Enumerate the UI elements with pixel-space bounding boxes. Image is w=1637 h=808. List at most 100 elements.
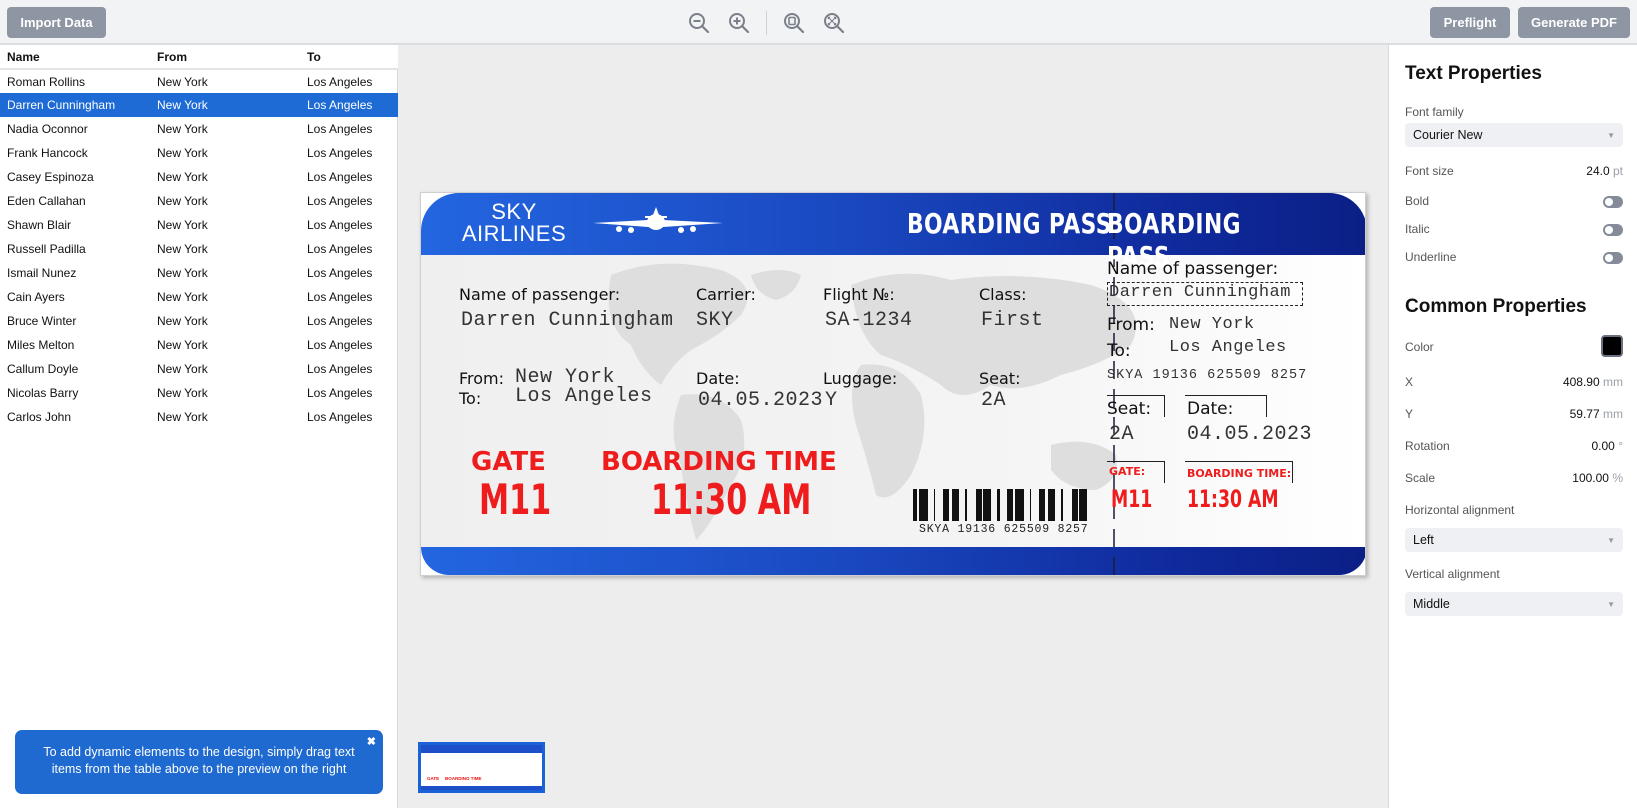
table-row[interactable]: Carlos John New York Los Angeles (0, 405, 398, 429)
cell-to[interactable]: Los Angeles (300, 309, 398, 333)
table-row[interactable]: Cain Ayers New York Los Angeles (0, 285, 398, 309)
zoom-in-icon[interactable] (724, 8, 754, 38)
cell-name[interactable]: Carlos John (0, 405, 150, 429)
stub-boarding-time-value[interactable]: 11:30 AM (1187, 485, 1279, 513)
cell-name[interactable]: Bruce Winter (0, 309, 150, 333)
zoom-out-icon[interactable] (684, 8, 714, 38)
table-row[interactable]: Frank Hancock New York Los Angeles (0, 141, 398, 165)
cell-from[interactable]: New York (150, 165, 300, 189)
scale-value[interactable]: 100.00 % (1572, 471, 1623, 485)
cell-from[interactable]: New York (150, 189, 300, 213)
page-thumbnail[interactable]: GATE BOARDING TIME (418, 742, 545, 793)
horizontal-alignment-select[interactable]: Left ▼ (1405, 528, 1623, 552)
stub-from-value[interactable]: New York (1169, 315, 1255, 334)
cell-to[interactable]: Los Angeles (300, 357, 398, 381)
passenger-value[interactable]: Darren Cunningham (461, 309, 674, 332)
cell-to[interactable]: Los Angeles (300, 333, 398, 357)
cell-to[interactable]: Los Angeles (300, 405, 398, 429)
column-header-name[interactable]: Name (0, 45, 150, 70)
cell-name[interactable]: Nicolas Barry (0, 381, 150, 405)
cell-from[interactable]: New York (150, 381, 300, 405)
to-value[interactable]: Los Angeles (515, 385, 653, 408)
color-swatch[interactable] (1601, 335, 1623, 357)
cell-to[interactable]: Los Angeles (300, 381, 398, 405)
table-row[interactable]: Russell Padilla New York Los Angeles (0, 237, 398, 261)
table-row[interactable]: Bruce Winter New York Los Angeles (0, 309, 398, 333)
cell-from[interactable]: New York (150, 117, 300, 141)
table-row[interactable]: Nicolas Barry New York Los Angeles (0, 381, 398, 405)
cell-name[interactable]: Ismail Nunez (0, 261, 150, 285)
cell-from[interactable]: New York (150, 357, 300, 381)
x-value[interactable]: 408.90 mm (1563, 375, 1623, 389)
gate-value[interactable]: M11 (479, 475, 551, 524)
cell-name[interactable]: Cain Ayers (0, 285, 150, 309)
column-header-to[interactable]: To (300, 45, 398, 70)
cell-to[interactable]: Los Angeles (300, 117, 398, 141)
cell-name[interactable]: Callum Doyle (0, 357, 150, 381)
table-row[interactable]: Ismail Nunez New York Los Angeles (0, 261, 398, 285)
cell-to[interactable]: Los Angeles (300, 69, 398, 93)
cell-from[interactable]: New York (150, 405, 300, 429)
cell-from[interactable]: New York (150, 213, 300, 237)
flight-value[interactable]: SA-1234 (825, 309, 913, 332)
zoom-fit-icon[interactable] (819, 8, 849, 38)
cell-name[interactable]: Miles Melton (0, 333, 150, 357)
stub-gate-value[interactable]: M11 (1111, 485, 1152, 513)
table-row[interactable]: Darren Cunningham New York Los Angeles (0, 93, 398, 117)
cell-from[interactable]: New York (150, 93, 300, 117)
cell-name[interactable]: Roman Rollins (0, 69, 150, 93)
cell-to[interactable]: Los Angeles (300, 237, 398, 261)
table-row[interactable]: Miles Melton New York Los Angeles (0, 333, 398, 357)
cell-from[interactable]: New York (150, 285, 300, 309)
class-value[interactable]: First (981, 309, 1044, 332)
stub-to-value[interactable]: Los Angeles (1169, 338, 1287, 357)
import-data-button[interactable]: Import Data (7, 7, 106, 38)
cell-name[interactable]: Shawn Blair (0, 213, 150, 237)
boarding-time-value[interactable]: 11:30 AM (651, 475, 811, 524)
cell-name[interactable]: Nadia Oconnor (0, 117, 150, 141)
table-row[interactable]: Casey Espinoza New York Los Angeles (0, 165, 398, 189)
stub-passenger-value[interactable]: Darren Cunningham (1109, 283, 1291, 302)
cell-name[interactable]: Casey Espinoza (0, 165, 150, 189)
date-value[interactable]: 04.05.2023 (698, 389, 823, 412)
column-header-from[interactable]: From (150, 45, 300, 70)
cell-from[interactable]: New York (150, 309, 300, 333)
cell-name[interactable]: Eden Callahan (0, 189, 150, 213)
table-row[interactable]: Nadia Oconnor New York Los Angeles (0, 117, 398, 141)
y-value[interactable]: 59.77 mm (1570, 407, 1623, 421)
table-row[interactable]: Roman Rollins New York Los Angeles (0, 69, 398, 93)
cell-to[interactable]: Los Angeles (300, 285, 398, 309)
underline-toggle[interactable] (1603, 252, 1623, 264)
vertical-alignment-select[interactable]: Middle ▼ (1405, 592, 1623, 616)
rotation-value[interactable]: 0.00 ° (1591, 439, 1623, 453)
table-row[interactable]: Callum Doyle New York Los Angeles (0, 357, 398, 381)
cell-name[interactable]: Darren Cunningham (0, 93, 150, 117)
preflight-button[interactable]: Preflight (1430, 7, 1510, 38)
table-row[interactable]: Eden Callahan New York Los Angeles (0, 189, 398, 213)
carrier-value[interactable]: SKY (696, 309, 734, 332)
cell-to[interactable]: Los Angeles (300, 141, 398, 165)
cell-to[interactable]: Los Angeles (300, 93, 398, 117)
cell-to[interactable]: Los Angeles (300, 261, 398, 285)
italic-toggle[interactable] (1603, 224, 1623, 236)
boarding-pass-preview[interactable]: SKY AIRLINES BOARDING PASS BOARDING PASS… (420, 192, 1366, 576)
cell-from[interactable]: New York (150, 69, 300, 93)
cell-name[interactable]: Frank Hancock (0, 141, 150, 165)
cell-from[interactable]: New York (150, 333, 300, 357)
stub-seat-value[interactable]: 2A (1109, 423, 1134, 446)
generate-pdf-button[interactable]: Generate PDF (1518, 7, 1630, 38)
font-size-value[interactable]: 24.0 pt (1586, 164, 1623, 178)
stub-date-value[interactable]: 04.05.2023 (1187, 423, 1312, 446)
table-row[interactable]: Shawn Blair New York Los Angeles (0, 213, 398, 237)
cell-name[interactable]: Russell Padilla (0, 237, 150, 261)
cell-from[interactable]: New York (150, 141, 300, 165)
cell-from[interactable]: New York (150, 237, 300, 261)
close-icon[interactable]: ✖ (367, 734, 376, 751)
cell-from[interactable]: New York (150, 261, 300, 285)
bold-toggle[interactable] (1603, 196, 1623, 208)
font-family-select[interactable]: Courier New ▼ (1405, 123, 1623, 147)
cell-to[interactable]: Los Angeles (300, 213, 398, 237)
cell-to[interactable]: Los Angeles (300, 189, 398, 213)
zoom-page-icon[interactable] (779, 8, 809, 38)
seat-value[interactable]: 2A (981, 389, 1006, 412)
